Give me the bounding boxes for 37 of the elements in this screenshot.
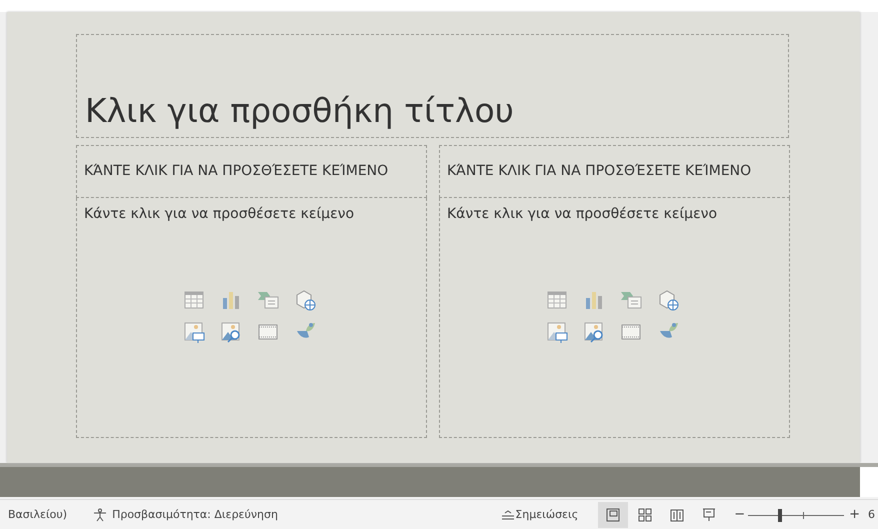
smartart-icon[interactable] <box>257 289 279 311</box>
picture-search-icon[interactable] <box>583 321 605 343</box>
zoom-out-button[interactable]: − <box>734 505 746 525</box>
slider-thumb[interactable] <box>778 508 782 522</box>
heading-placeholder[interactable]: ΚΆΝΤΕ ΚΛΙΚ ΓΙΑ ΝΑ ΠΡΟΣΘΈΣΕΤΕ ΚΕΊΜΕΝΟ <box>439 145 790 198</box>
cube-globe-icon[interactable] <box>657 289 679 311</box>
picture-search-icon[interactable] <box>220 321 242 343</box>
heading-text: ΚΆΝΤΕ ΚΛΙΚ ΓΙΑ ΝΑ ΠΡΟΣΘΈΣΕΤΕ ΚΕΊΜΕΝΟ <box>447 162 752 181</box>
heading-text: ΚΆΝΤΕ ΚΛΙΚ ΓΙΑ ΝΑ ΠΡΟΣΘΈΣΕΤΕ ΚΕΊΜΕΝΟ <box>84 162 388 181</box>
body-text: Κάντε κλικ για να προσθέσετε κείμενο <box>84 205 356 224</box>
accessibility-status[interactable]: Προσβασιμότητα: Διερεύνηση <box>112 506 278 524</box>
notes-icon <box>502 510 514 520</box>
zoom-in-button[interactable]: + <box>849 505 860 525</box>
heading-placeholder[interactable]: ΚΆΝΤΕ ΚΛΙΚ ΓΙΑ ΝΑ ΠΡΟΣΘΈΣΕΤΕ ΚΕΊΜΕΝΟ <box>76 145 427 198</box>
accessibility-icon[interactable] <box>93 508 108 522</box>
picture-icon[interactable] <box>546 321 568 343</box>
chart-icon[interactable] <box>583 289 605 311</box>
title-placeholder[interactable]: Κλικ για προσθήκη τίτλου <box>76 34 789 138</box>
content-placeholder[interactable]: Κάντε κλικ για να προσθέσετε κείμενο <box>76 198 427 438</box>
language-text[interactable]: Βασιλείου) <box>8 506 68 524</box>
title-text: Κλικ για προσθήκη τίτλου <box>85 91 514 131</box>
grid-icon <box>638 508 652 522</box>
presentation-icon <box>702 508 716 522</box>
book-icon <box>670 508 684 522</box>
chart-icon[interactable] <box>220 289 242 311</box>
zoom-percent[interactable]: 6 <box>868 506 875 524</box>
body-text: Κάντε κλικ για να προσθέσετε κείμενο <box>447 205 718 224</box>
zoom-slider[interactable] <box>748 508 844 522</box>
table-icon[interactable] <box>546 289 568 311</box>
table-icon[interactable] <box>183 289 205 311</box>
normal-view-icon <box>606 508 620 522</box>
picture-icon[interactable] <box>183 321 205 343</box>
notes-button[interactable]: Σημειώσεις <box>502 502 578 528</box>
cube-globe-icon[interactable] <box>294 289 316 311</box>
normal-view-button[interactable] <box>598 502 628 528</box>
smartart-icon[interactable] <box>620 289 642 311</box>
content-placeholder[interactable]: Κάντε κλικ για να προσθέσετε κείμενο <box>439 198 790 438</box>
